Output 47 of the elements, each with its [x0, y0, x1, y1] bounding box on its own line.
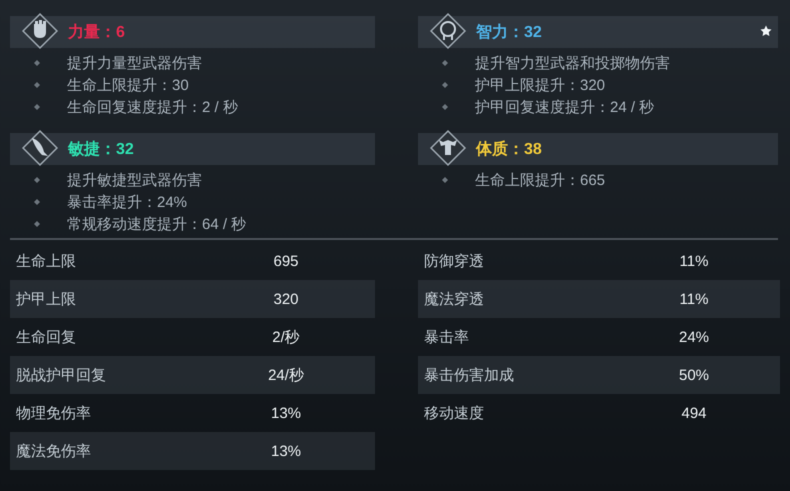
effect-text: 提升力量型武器伤害	[67, 54, 202, 72]
stat-value: 24%	[678, 328, 710, 346]
stat-label: 移动速度	[423, 404, 485, 422]
effect-text: 生命上限提升：30	[67, 76, 189, 94]
bullet-icon	[34, 199, 40, 205]
stat-value: 50%	[678, 366, 710, 384]
attribute-title: 体质：38	[476, 139, 542, 160]
attribute-title: 智力：32	[476, 22, 542, 42]
bullet-icon	[34, 60, 40, 66]
stat-value: 2/秒	[271, 328, 301, 346]
stat-label: 脱战护甲回复	[15, 366, 107, 384]
effect-text: 护甲上限提升：320	[475, 76, 606, 94]
bullet-icon	[442, 104, 448, 110]
effect-text: 暴击率提升：24%	[67, 192, 188, 212]
stat-label: 暴击率	[423, 328, 470, 346]
stat-value: 24/秒	[267, 366, 305, 384]
stat-label: 物理免伤率	[15, 404, 92, 422]
stat-value: 13%	[270, 442, 302, 460]
bullet-icon	[34, 177, 40, 183]
bullet-icon	[34, 82, 40, 88]
stat-label: 魔法免伤率	[15, 442, 92, 460]
stat-value: 11%	[678, 290, 710, 308]
stat-value: 494	[680, 404, 708, 422]
effect-text: 常规移动速度提升：64 / 秒	[67, 214, 246, 234]
stat-label: 生命回复	[15, 328, 77, 346]
bullet-icon	[442, 60, 448, 66]
bullet-icon	[442, 177, 448, 183]
stat-value: 320	[272, 290, 300, 308]
stat-value: 13%	[270, 404, 302, 422]
effect-text: 生命上限提升：665	[475, 170, 606, 190]
bullet-icon	[34, 221, 40, 227]
stat-value: 695	[272, 252, 300, 270]
stat-label: 防御穿透	[423, 252, 485, 270]
stat-label: 生命上限	[15, 252, 77, 270]
attribute-title: 敏捷：32	[68, 140, 134, 160]
effect-text: 提升敏捷型武器伤害	[67, 170, 202, 190]
effect-text: 提升智力型武器和投掷物伤害	[475, 54, 670, 72]
stat-label: 暴击伤害加成	[423, 366, 515, 384]
effect-text: 生命回复速度提升：2 / 秒	[67, 98, 238, 116]
bullet-icon	[34, 104, 40, 110]
star-icon	[760, 25, 772, 37]
stat-value: 11%	[678, 252, 710, 270]
bullet-icon	[442, 82, 448, 88]
stat-label: 魔法穿透	[423, 290, 485, 308]
stat-label: 护甲上限	[15, 290, 77, 308]
effect-text: 护甲回复速度提升：24 / 秒	[475, 98, 654, 116]
attribute-title: 力量：6	[68, 22, 125, 42]
